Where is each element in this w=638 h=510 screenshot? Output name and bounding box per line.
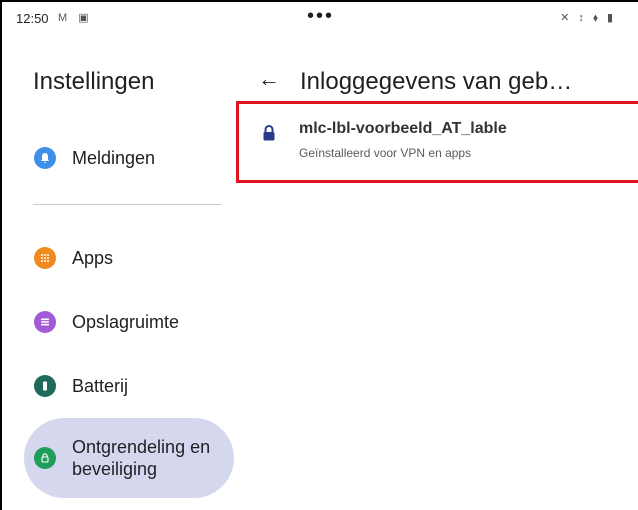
credentials-pane: ← Inloggegevens van geb… mlc-lbl-voorbee… xyxy=(236,38,638,510)
nav-item-opslagruimte[interactable]: Opslagruimte xyxy=(24,290,234,354)
settings-nav-pane: Instellingen Meldingen Apps Opslagruimte… xyxy=(2,38,242,510)
nav-item-label: Opslagruimte xyxy=(72,312,180,332)
storage-icon xyxy=(34,311,56,333)
page-title: Inloggegevens van geb… xyxy=(300,68,573,95)
nav-item-meldingen[interactable]: Meldingen xyxy=(24,126,234,190)
nav-item-apps[interactable]: Apps xyxy=(24,226,234,290)
nav-item-label: Ontgrendeling en beveiliging xyxy=(72,437,211,479)
nav-item-ontgrendeling-en-beveiliging[interactable]: Ontgrendeling en beveiliging xyxy=(24,418,234,498)
nav-item-label: Batterij xyxy=(72,376,129,396)
status-time: 12:50 xyxy=(16,11,49,26)
credential-name: mlc-lbl-voorbeeld_AT_lable xyxy=(299,120,507,137)
notification-icons: M ▣ xyxy=(58,12,93,24)
apps-grid-icon xyxy=(34,247,56,269)
back-arrow-icon[interactable]: ← xyxy=(258,66,280,92)
more-dots-icon: ••• xyxy=(307,5,335,27)
status-bar: 12:50 M ▣ ••• ✕ ↕ ⬧ ▮ xyxy=(2,2,638,38)
nav-item-label: Meldingen xyxy=(72,148,156,168)
credential-item[interactable]: mlc-lbl-voorbeeld_AT_lable Geïnstalleerd… xyxy=(236,101,638,183)
lock-icon xyxy=(261,124,277,142)
nav-divider xyxy=(33,204,221,205)
battery-icon xyxy=(34,375,56,397)
credential-subtitle: Geïnstalleerd voor VPN en apps xyxy=(299,146,472,160)
system-status-icons: ✕ ↕ ⬧ ▮ xyxy=(560,12,616,24)
bell-icon xyxy=(34,147,56,169)
settings-title: Instellingen xyxy=(33,68,155,95)
lock-icon xyxy=(34,447,56,469)
nav-item-batterij[interactable]: Batterij xyxy=(24,354,234,418)
nav-item-label: Apps xyxy=(72,248,114,268)
